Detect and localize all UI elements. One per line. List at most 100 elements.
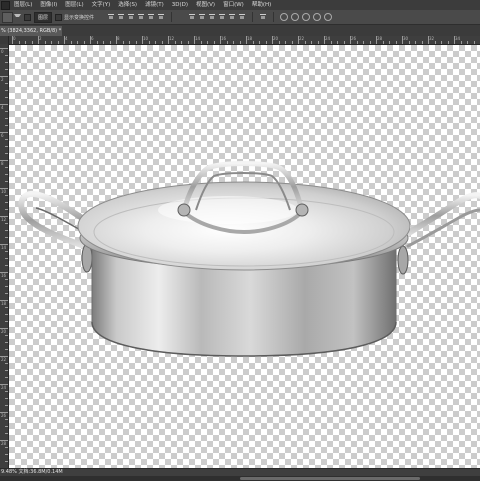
menu-item-3d[interactable]: 3D(D) bbox=[168, 0, 192, 10]
3d-roll-icon[interactable] bbox=[291, 13, 300, 21]
menu-item-view[interactable]: 视图(V) bbox=[192, 0, 219, 10]
ruler-minor-tick bbox=[415, 41, 416, 44]
ruler-minor-tick bbox=[408, 41, 410, 44]
ruler-minor-tick bbox=[467, 41, 468, 44]
ruler-minor-tick bbox=[161, 41, 163, 44]
ruler-minor-tick bbox=[5, 83, 8, 84]
ruler-minor-tick bbox=[330, 41, 332, 44]
ruler-label: 12 bbox=[169, 36, 175, 41]
menu-item-image[interactable]: 图像(I) bbox=[36, 0, 61, 10]
ruler-label: 4 bbox=[1, 105, 4, 110]
ruler-label: 20 bbox=[273, 36, 279, 41]
menu-item-type[interactable]: 文字(Y) bbox=[88, 0, 115, 10]
auto-align-icon[interactable] bbox=[259, 13, 267, 21]
checkbox-box bbox=[55, 13, 63, 21]
ruler-minor-tick bbox=[5, 349, 8, 350]
ruler-minor-tick bbox=[382, 41, 384, 44]
show-transform-controls-checkbox[interactable]: 显示变换控件 bbox=[55, 13, 95, 21]
ruler-minor-tick bbox=[5, 391, 8, 392]
ruler-minor-tick bbox=[18, 41, 20, 44]
ruler-minor-tick bbox=[343, 41, 345, 44]
distribute-vcenter-icon[interactable] bbox=[198, 13, 206, 21]
ruler-minor-tick bbox=[473, 41, 475, 44]
ruler-label: 10 bbox=[1, 189, 7, 194]
ruler-label: 14 bbox=[1, 245, 7, 250]
status-bar: 9.48% 文档:36.8M/0.14M bbox=[0, 468, 480, 481]
ruler-minor-tick bbox=[395, 41, 397, 44]
ruler-minor-tick bbox=[181, 41, 182, 44]
align-hcenter-icon[interactable] bbox=[147, 13, 155, 21]
ruler-minor-tick bbox=[337, 41, 338, 44]
menu-item-window[interactable]: 窗口(W) bbox=[219, 0, 248, 10]
ruler-label: 0 bbox=[13, 36, 16, 41]
horizontal-ruler[interactable]: 0 2 4 6 8 10 12 14 16 18 20 22 24 26 28 30 32 34 bbox=[8, 36, 480, 45]
divider bbox=[273, 12, 275, 22]
ruler-minor-tick bbox=[57, 41, 59, 44]
ruler-label: 32 bbox=[429, 36, 435, 41]
distribute-right-icon[interactable] bbox=[238, 13, 246, 21]
ruler-minor-tick bbox=[5, 335, 8, 336]
align-bottom-icon[interactable] bbox=[127, 13, 135, 21]
distribute-bottom-icon[interactable] bbox=[208, 13, 216, 21]
ruler-label: 8 bbox=[1, 161, 4, 166]
ruler-label: 26 bbox=[351, 36, 357, 41]
align-vcenter-icon[interactable] bbox=[117, 13, 125, 21]
align-right-icon[interactable] bbox=[157, 13, 165, 21]
ruler-minor-tick bbox=[96, 41, 98, 44]
menu-item-layer-1[interactable]: 图层(L) bbox=[10, 0, 36, 10]
align-buttons bbox=[107, 13, 165, 21]
ruler-minor-tick bbox=[5, 461, 8, 462]
ruler-minor-tick bbox=[233, 41, 234, 44]
ruler-label: 30 bbox=[403, 36, 409, 41]
document-tab[interactable]: % (3824,3362, RGB/8) * × bbox=[0, 26, 62, 36]
chevron-down-icon bbox=[14, 14, 21, 20]
ruler-label: 14 bbox=[195, 36, 201, 41]
ruler-minor-tick bbox=[77, 41, 78, 44]
distribute-left-icon[interactable] bbox=[218, 13, 226, 21]
distribute-top-icon[interactable] bbox=[188, 13, 196, 21]
align-left-icon[interactable] bbox=[137, 13, 145, 21]
ruler-minor-tick bbox=[5, 398, 8, 399]
ruler-label: 2 bbox=[39, 36, 42, 41]
menu-item-layer-2[interactable]: 图层(L) bbox=[61, 0, 87, 10]
ruler-label: 8 bbox=[117, 36, 120, 41]
ruler-minor-tick bbox=[5, 321, 8, 322]
3d-slide-icon[interactable] bbox=[313, 13, 322, 21]
ruler-minor-tick bbox=[447, 41, 449, 44]
align-top-icon[interactable] bbox=[107, 13, 115, 21]
tool-preset-picker[interactable] bbox=[2, 11, 21, 23]
ruler-label: 6 bbox=[91, 36, 94, 41]
ruler-minor-tick bbox=[252, 41, 254, 44]
ruler-minor-tick bbox=[311, 41, 312, 44]
ruler-label: 12 bbox=[1, 217, 7, 222]
ruler-label: 18 bbox=[247, 36, 253, 41]
document-tab-title: % (3824,3362, RGB/8) * bbox=[1, 28, 62, 34]
ruler-label: 28 bbox=[1, 441, 7, 446]
ruler-minor-tick bbox=[356, 41, 358, 44]
ruler-minor-tick bbox=[5, 447, 8, 448]
3d-rotate-icon[interactable] bbox=[280, 13, 289, 21]
menu-item-help[interactable]: 帮助(H) bbox=[248, 0, 275, 10]
ruler-minor-tick bbox=[5, 251, 8, 252]
vertical-ruler[interactable]: 0 2 4 6 8 10 12 14 16 18 20 22 24 26 28 bbox=[0, 36, 9, 468]
3d-scale-icon[interactable] bbox=[324, 13, 333, 21]
ruler-minor-tick bbox=[460, 41, 462, 44]
ruler-minor-tick bbox=[5, 370, 8, 371]
distribute-hcenter-icon[interactable] bbox=[228, 13, 236, 21]
3d-drag-icon[interactable] bbox=[302, 13, 311, 21]
canvas-area[interactable] bbox=[9, 45, 480, 468]
auto-select-dropdown[interactable]: 图层 bbox=[34, 11, 53, 23]
ruler-minor-tick bbox=[5, 111, 8, 112]
ruler-label: 24 bbox=[1, 385, 7, 390]
ruler-minor-tick bbox=[5, 153, 8, 154]
auto-select-checkbox[interactable] bbox=[24, 13, 31, 21]
menu-item-select[interactable]: 选择(S) bbox=[114, 0, 141, 10]
menu-item-filter[interactable]: 滤镜(T) bbox=[141, 0, 168, 10]
show-transform-controls-label: 显示变换控件 bbox=[64, 14, 95, 21]
zoom-doc-info[interactable]: 9.48% 文档:36.8M/0.14M bbox=[1, 469, 63, 476]
ruler-minor-tick bbox=[5, 377, 8, 378]
ruler-origin[interactable] bbox=[0, 36, 8, 44]
ruler-label: 34 bbox=[455, 36, 461, 41]
ruler-label: 2 bbox=[1, 77, 4, 82]
ruler-minor-tick bbox=[5, 118, 8, 119]
